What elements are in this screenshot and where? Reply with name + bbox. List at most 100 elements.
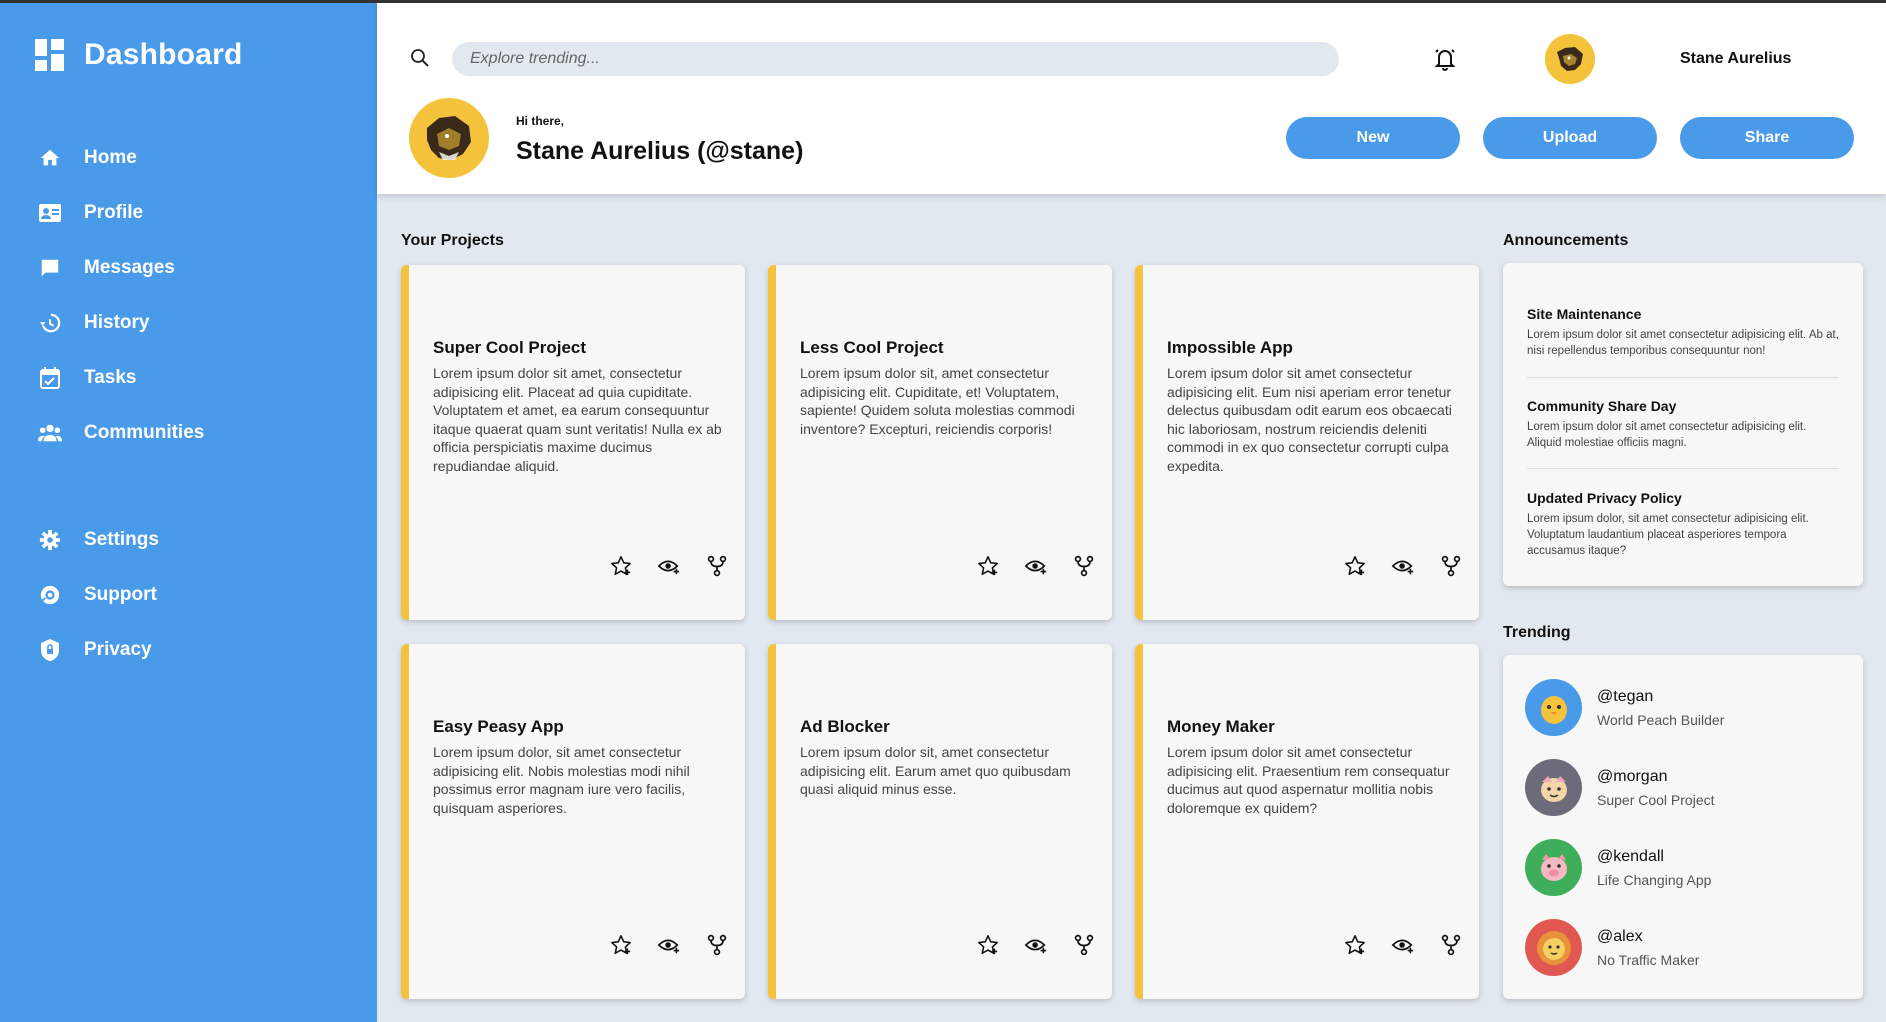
wolf-icon <box>427 116 471 160</box>
support-icon <box>38 583 62 607</box>
fork-icon[interactable] <box>1070 931 1098 959</box>
greeting: Hi there, <box>516 114 565 128</box>
sidebar-item-messages[interactable]: Messages <box>0 240 377 295</box>
sidebar-item-privacy[interactable]: Privacy <box>0 622 377 677</box>
trending-avatar <box>1525 839 1582 896</box>
shield-icon <box>38 638 62 662</box>
watch-icon[interactable] <box>1022 552 1050 580</box>
trending-item[interactable]: @tegan World Peach Builder <box>1525 679 1724 736</box>
sidebar-item-label: History <box>84 311 150 333</box>
project-actions <box>974 931 1118 959</box>
lion-icon <box>1536 930 1571 965</box>
fork-icon[interactable] <box>703 931 731 959</box>
project-card[interactable]: Ad Blocker Lorem ipsum dolor sit, amet co… <box>768 644 1112 999</box>
brand-title: Dashboard <box>84 38 243 71</box>
star-icon[interactable] <box>607 931 635 959</box>
sidebar-nav-main: Home Profile Messages History Tasks Comm… <box>0 130 377 460</box>
username[interactable]: Stane Aurelius <box>1680 50 1791 68</box>
project-card[interactable]: Impossible App Lorem ipsum dolor sit amet… <box>1135 265 1479 620</box>
search-icon[interactable] <box>409 47 431 69</box>
watch-icon[interactable] <box>655 552 683 580</box>
announcement-item[interactable]: Community Share Day Lorem ipsum dolor si… <box>1527 398 1839 451</box>
sidebar-item-label: Home <box>84 146 137 168</box>
star-icon[interactable] <box>1341 552 1369 580</box>
star-icon[interactable] <box>1341 931 1369 959</box>
trending-handle: @tegan <box>1597 687 1654 705</box>
announcement-body: Lorem ipsum dolor, sit amet consectetur … <box>1527 513 1809 557</box>
project-actions <box>607 931 751 959</box>
sidebar-item-label: Profile <box>84 201 144 223</box>
trending-panel: @tegan World Peach Builder @morgan Super… <box>1503 655 1863 999</box>
announcement-item[interactable]: Site Maintenance Lorem ipsum dolor sit a… <box>1527 306 1839 359</box>
watch-icon[interactable] <box>1389 931 1417 959</box>
project-title: Ad Blocker <box>800 717 890 736</box>
user-fullname: Stane Aurelius (@stane) <box>516 137 804 165</box>
trending-avatar <box>1525 759 1582 816</box>
project-card[interactable]: Less Cool Project Lorem ipsum dolor sit, … <box>768 265 1112 620</box>
star-icon[interactable] <box>607 552 635 580</box>
upload-button[interactable]: Upload <box>1483 117 1657 159</box>
trending-project: No Traffic Maker <box>1597 951 1700 968</box>
fork-icon[interactable] <box>1437 552 1465 580</box>
dashboard-icon <box>35 39 64 71</box>
avatar[interactable] <box>1545 34 1595 84</box>
sidebar-item-home[interactable]: Home <box>0 130 377 185</box>
project-card[interactable]: Super Cool Project Lorem ipsum dolor sit … <box>401 265 745 620</box>
sidebar-item-settings[interactable]: Settings <box>0 512 377 567</box>
chat-bubble-icon <box>38 256 62 280</box>
project-description: Lorem ipsum dolor sit, amet consectetur … <box>800 365 1075 437</box>
new-button[interactable]: New <box>1286 117 1460 159</box>
project-description: Lorem ipsum dolor sit amet, consectetur … <box>433 365 722 474</box>
watch-icon[interactable] <box>1022 931 1050 959</box>
fork-icon[interactable] <box>1437 931 1465 959</box>
trending-avatar <box>1525 919 1582 976</box>
announcement-title: Site Maintenance <box>1527 306 1642 322</box>
brand[interactable]: Dashboard <box>35 38 243 72</box>
sidebar-item-profile[interactable]: Profile <box>0 185 377 240</box>
trending-item[interactable]: @alex No Traffic Maker <box>1525 919 1699 976</box>
project-actions <box>1341 552 1485 580</box>
sidebar-item-communities[interactable]: Communities <box>0 405 377 460</box>
profile-card-icon <box>38 201 62 225</box>
star-icon[interactable] <box>974 931 1002 959</box>
sidebar-item-tasks[interactable]: Tasks <box>0 350 377 405</box>
sidebar: Dashboard Home Profile Messages History <box>0 0 377 1022</box>
trending-project: Life Changing App <box>1597 871 1712 888</box>
pig-icon <box>1540 853 1567 881</box>
trending-item[interactable]: @kendall Life Changing App <box>1525 839 1711 896</box>
sidebar-item-label: Tasks <box>84 366 137 388</box>
announcement-item[interactable]: Updated Privacy Policy Lorem ipsum dolor… <box>1527 490 1839 559</box>
watch-icon[interactable] <box>655 931 683 959</box>
divider <box>1527 377 1839 378</box>
announcement-body: Lorem ipsum dolor sit amet consectetur a… <box>1527 421 1807 449</box>
project-actions <box>974 552 1118 580</box>
gear-icon <box>38 528 62 552</box>
section-title-projects: Your Projects <box>401 232 504 249</box>
sidebar-item-label: Messages <box>84 256 175 278</box>
share-button[interactable]: Share <box>1680 117 1854 159</box>
trending-handle: @kendall <box>1597 847 1664 865</box>
project-description: Lorem ipsum dolor sit amet consectetur a… <box>1167 744 1450 816</box>
trending-item[interactable]: @morgan Super Cool Project <box>1525 759 1715 816</box>
watch-icon[interactable] <box>1389 552 1417 580</box>
search-input[interactable] <box>452 42 1339 76</box>
calendar-check-icon <box>38 366 62 390</box>
project-title: Less Cool Project <box>800 338 944 357</box>
section-title-announcements: Announcements <box>1503 232 1629 249</box>
project-card[interactable]: Easy Peasy App Lorem ipsum dolor, sit ame… <box>401 644 745 999</box>
sidebar-item-label: Settings <box>84 528 159 550</box>
project-actions <box>1341 931 1485 959</box>
sidebar-nav-secondary: Settings Support Privacy <box>0 512 377 677</box>
creature-icon <box>1540 775 1567 802</box>
sidebar-item-history[interactable]: History <box>0 295 377 350</box>
chick-icon <box>1540 695 1567 724</box>
project-card[interactable]: Money Maker Lorem ipsum dolor sit amet co… <box>1135 644 1479 999</box>
sidebar-item-support[interactable]: Support <box>0 567 377 622</box>
bell-icon[interactable] <box>1432 46 1458 72</box>
fork-icon[interactable] <box>703 552 731 580</box>
star-icon[interactable] <box>974 552 1002 580</box>
project-title: Easy Peasy App <box>433 717 564 736</box>
announcements-panel: Site Maintenance Lorem ipsum dolor sit a… <box>1503 263 1863 586</box>
fork-icon[interactable] <box>1070 552 1098 580</box>
profile-avatar <box>409 98 489 178</box>
